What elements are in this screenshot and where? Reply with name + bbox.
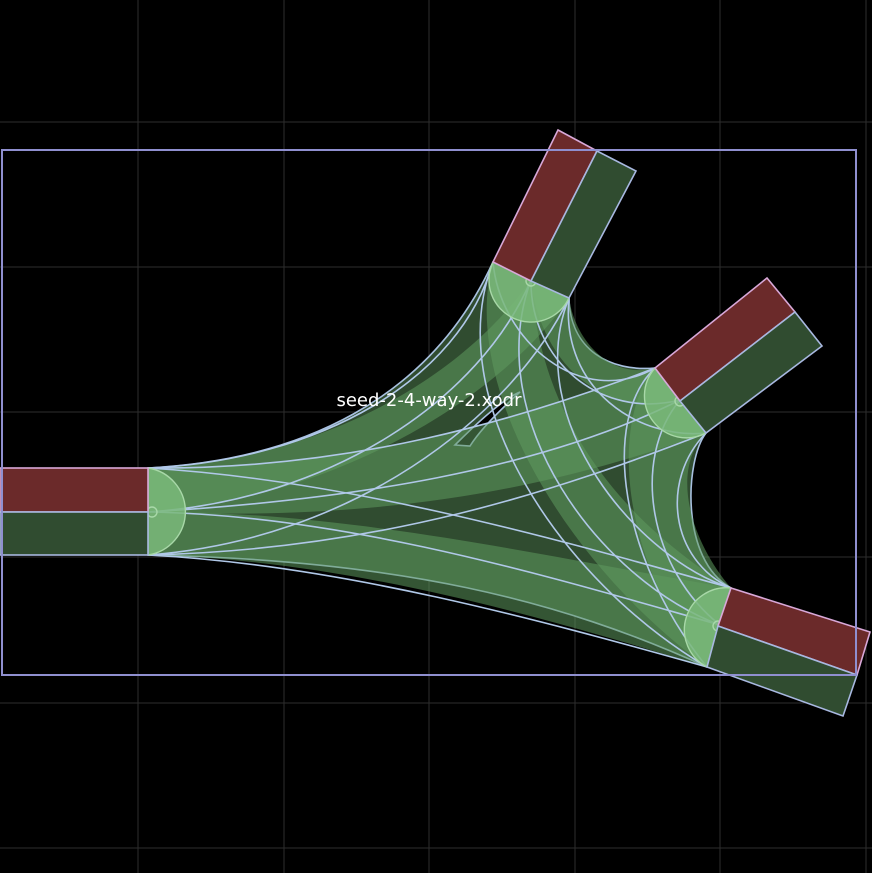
- road-north: [491, 128, 638, 300]
- lane-west-outgoing: [0, 511, 149, 556]
- diagram-title: seed-2-4-way-2.xodr: [336, 390, 522, 411]
- road-network-canvas: seed-2-4-way-2.xodr: [0, 0, 872, 873]
- junction-connectors: [147, 261, 732, 668]
- lane-west-incoming: [0, 467, 149, 513]
- road-southeast: [706, 587, 871, 718]
- road-west: [0, 467, 149, 556]
